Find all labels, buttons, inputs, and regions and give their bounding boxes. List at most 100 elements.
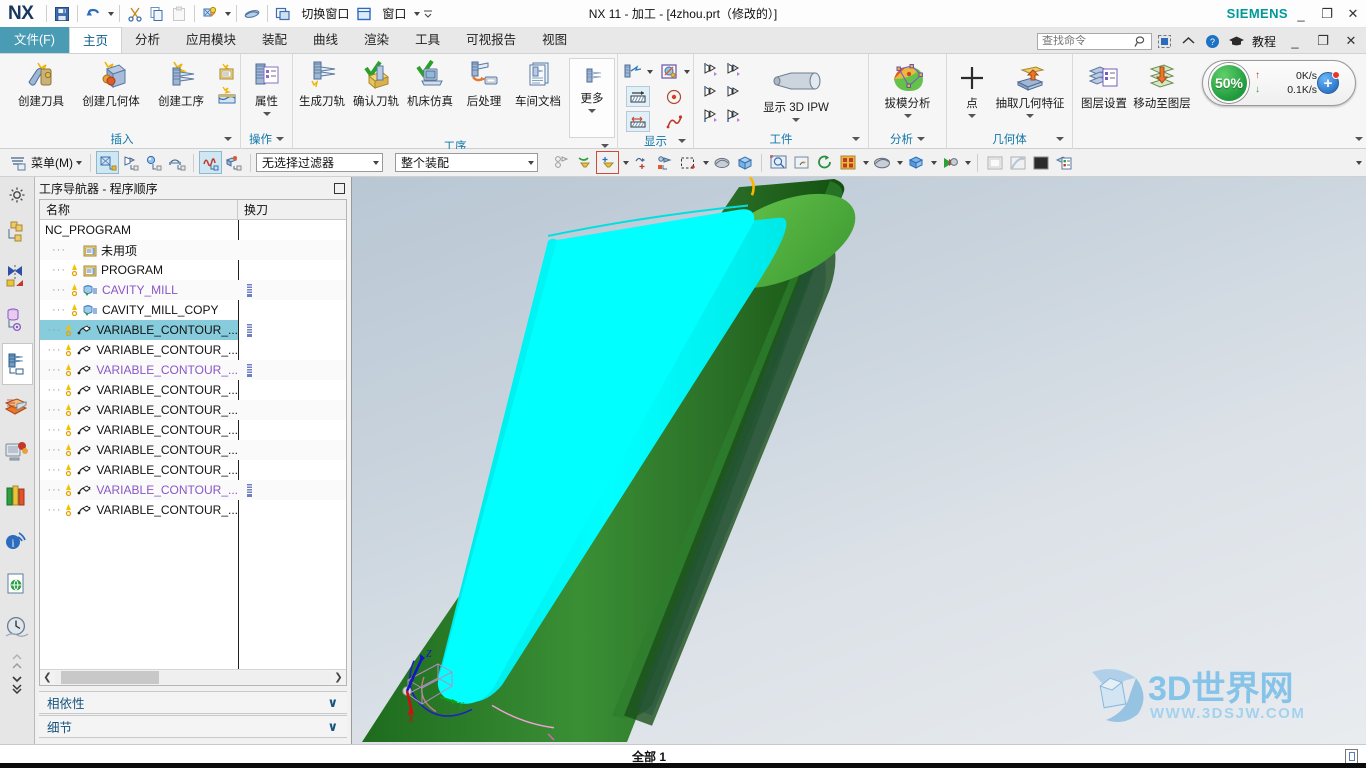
toolbar-overflow[interactable] — [1353, 160, 1362, 165]
switch-window-icon[interactable] — [272, 3, 294, 25]
switch-window-button[interactable]: 切换窗口 — [294, 3, 353, 25]
cut-region-button[interactable] — [626, 86, 650, 107]
display-toolpath-dropdown-icon[interactable] — [647, 69, 653, 74]
table-row[interactable]: ··· PROGRAM — [40, 260, 346, 280]
extract-geometry-button[interactable]: 抽取几何特征 — [995, 60, 1065, 118]
workpiece-6-button[interactable] — [723, 104, 746, 127]
more-operations-button[interactable]: 更多 — [569, 58, 615, 138]
group-expand-icon[interactable] — [678, 139, 686, 143]
generate-toolpath-button[interactable]: 生成刀轨 — [295, 58, 349, 109]
draft-analysis-button[interactable]: 拔模分析 — [873, 60, 943, 118]
chevron-down-icon[interactable] — [528, 160, 534, 165]
sidebar-item-info[interactable]: i — [2, 519, 33, 561]
help-icon[interactable]: ? — [1202, 30, 1224, 52]
properties-button[interactable]: 属性 — [244, 58, 290, 116]
table-row[interactable]: ··· VARIABLE_CONTOUR_... — [40, 500, 346, 520]
tab-home[interactable]: 主页 — [68, 27, 122, 53]
sidebar-item-constraint-navigator[interactable] — [2, 255, 33, 297]
verify-toolpath-button[interactable]: 确认刀轨 — [349, 58, 403, 109]
workpiece-3-button[interactable] — [700, 81, 723, 104]
tutorial-icon[interactable] — [1226, 30, 1248, 52]
workpiece-5-button[interactable] — [700, 104, 723, 127]
view-orientation-dropdown-icon[interactable] — [893, 151, 904, 174]
fit-view-icon[interactable] — [767, 151, 790, 174]
table-row[interactable]: ··· VARIABLE_CONTOUR_... — [40, 360, 346, 380]
show-3d-ipw-dropdown-icon[interactable] — [792, 118, 800, 122]
redisplay-icon[interactable] — [199, 3, 221, 25]
accordion-dependencies[interactable]: 相依性 ∨ — [39, 691, 347, 714]
select-feature-icon[interactable] — [165, 151, 188, 174]
select-edge-icon[interactable] — [119, 151, 142, 174]
sidebar-item-assembly-navigator[interactable] — [2, 211, 33, 253]
sidebar-item-html-help[interactable] — [2, 563, 33, 605]
tree-item-name-cell[interactable]: ··· VARIABLE_CONTOUR_... — [40, 400, 238, 420]
tree-item-name-cell[interactable]: ··· CAVITY_MILL_COPY — [40, 300, 238, 320]
undo-icon[interactable] — [82, 3, 104, 25]
table-row[interactable]: ··· CAVITY_MILL_COPY — [40, 300, 346, 320]
scroll-track[interactable] — [55, 671, 331, 684]
table-row[interactable]: ··· VARIABLE_CONTOUR_... — [40, 340, 346, 360]
workpiece-4-button[interactable] — [723, 81, 746, 104]
undo-dropdown-icon[interactable] — [104, 3, 115, 25]
minimize-button[interactable]: _ — [1288, 0, 1314, 28]
undo-edit-icon[interactable] — [241, 3, 263, 25]
chevron-down-icon[interactable]: ∨ — [327, 719, 338, 735]
layout-3-icon[interactable] — [1029, 151, 1052, 174]
selection-filter-2-icon[interactable] — [596, 151, 619, 174]
scroll-left-icon[interactable]: ❮ — [40, 672, 55, 683]
tab-curve[interactable]: 曲线 — [300, 27, 351, 53]
network-expand-button[interactable]: + — [1317, 71, 1340, 94]
menu-dropdown-icon[interactable] — [76, 160, 82, 165]
tab-assembly[interactable]: 装配 — [249, 27, 300, 53]
create-geometry-button[interactable]: 创建几何体 — [76, 58, 146, 109]
selection-filter-combo[interactable]: 无选择过滤器 — [256, 153, 383, 172]
tree-horizontal-scrollbar[interactable]: ❮ ❯ — [40, 669, 346, 685]
pin-panel-icon[interactable] — [334, 182, 345, 194]
tree-item-name-cell[interactable]: ··· VARIABLE_CONTOUR_... — [40, 480, 238, 500]
scroll-thumb[interactable] — [61, 671, 159, 684]
more-dropdown-icon[interactable] — [588, 109, 596, 113]
command-search-box[interactable] — [1036, 32, 1152, 50]
resource-bar-settings-icon[interactable] — [2, 181, 33, 209]
selection-filter-dropdown-icon[interactable] — [619, 151, 630, 174]
ribbon-restore-button[interactable]: ❐ — [1310, 27, 1336, 55]
chevron-down-icon[interactable]: ∨ — [327, 695, 338, 711]
create-operation-button[interactable]: 创建工序 — [146, 58, 216, 109]
create-tool-button[interactable]: 创建刀具 — [6, 58, 76, 109]
column-header-name[interactable]: 名称 — [40, 200, 238, 219]
point-button[interactable]: 点 — [949, 60, 995, 118]
properties-dropdown-icon[interactable] — [262, 112, 271, 116]
group-expand-icon[interactable] — [601, 144, 609, 148]
select-component-icon[interactable] — [222, 151, 245, 174]
snap-settings-icon[interactable] — [653, 151, 676, 174]
tree-item-name-cell[interactable]: ··· VARIABLE_CONTOUR_... — [40, 360, 238, 380]
move-to-layer-button[interactable]: 移动至图层 — [1133, 60, 1191, 111]
view-orientation-icon[interactable] — [870, 151, 893, 174]
window-button[interactable]: 窗口 — [375, 3, 410, 25]
zoom-window-dropdown-icon[interactable] — [859, 151, 870, 174]
table-row[interactable]: ··· VARIABLE_CONTOUR_... — [40, 480, 346, 500]
shading-icon[interactable] — [904, 151, 927, 174]
group-expand-icon[interactable] — [1056, 137, 1064, 141]
workpiece-1-button[interactable] — [700, 58, 723, 81]
tab-tools[interactable]: 工具 — [402, 27, 453, 53]
select-curve-icon[interactable] — [199, 151, 222, 174]
tree-rows[interactable]: NC_PROGRAM ··· 未用项 ··· PROGRAM ··· CAVITY_MILL… — [40, 220, 346, 669]
select-face-icon[interactable] — [96, 151, 119, 174]
status-mode-icon[interactable] — [1345, 749, 1358, 764]
sidebar-item-web-browser[interactable] — [2, 431, 33, 473]
network-speed-widget[interactable]: 50% ↑ 0K/s ↓ 0.1K/s + — [1202, 60, 1356, 106]
table-row[interactable]: ··· VARIABLE_CONTOUR_... — [40, 400, 346, 420]
shading-dropdown-icon[interactable] — [927, 151, 938, 174]
sidebar-item-history[interactable] — [2, 475, 33, 517]
tree-item-name-cell[interactable]: ··· PROGRAM — [40, 260, 238, 280]
layer-visible-icon[interactable] — [1052, 151, 1075, 174]
tree-item-name-cell[interactable]: ··· VARIABLE_CONTOUR_... — [40, 340, 238, 360]
show-3d-ipw-button[interactable]: 显示 3D IPW — [746, 58, 846, 122]
group-expand-icon[interactable] — [224, 137, 232, 141]
tab-file[interactable]: 文件(F) — [0, 27, 69, 53]
sidebar-item-roles[interactable] — [2, 607, 33, 649]
table-row[interactable]: NC_PROGRAM — [40, 220, 346, 240]
chevron-down-icon[interactable] — [373, 160, 379, 165]
save-icon[interactable] — [51, 3, 73, 25]
